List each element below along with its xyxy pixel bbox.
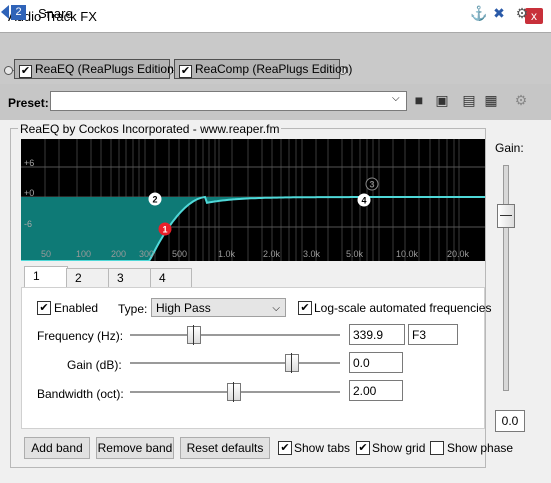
db-label: +6 [24,158,34,168]
save-as-preset-icon[interactable]: ▤ [460,91,478,109]
gear-icon[interactable]: ⚙ [513,4,531,22]
filter-type-dropdown[interactable]: High Pass ⌵ [151,298,286,317]
master-gain-label: Gain: [495,141,524,155]
remove-fx-icon[interactable]: ✖ [490,4,508,22]
chevron-down-icon: ⌵ [392,93,400,104]
remove-band-button[interactable]: Remove band [96,437,174,459]
eq-graph[interactable]: +6 +0 -6 50 100 200 300 500 1.0k 2.0k 3.0k 5.0k 10.… [21,139,485,261]
band-marker-1: 1 [158,222,172,236]
show-tabs-checkbox[interactable]: ✔ [278,441,292,455]
enabled-label: Enabled [54,301,99,315]
logscale-checkbox[interactable]: ✔ [298,301,312,315]
frequency-note-input[interactable]: F3 [408,324,458,345]
show-tabs-label: Show tabs [294,441,351,455]
band-marker-label: 3 [369,180,374,190]
preset-dropdown[interactable] [50,91,407,111]
frequency-label: Frequency (Hz): [37,329,124,343]
settings-gear-icon[interactable]: ⚙ [512,91,530,109]
band-marker-label: 2 [152,195,157,205]
gain-db-label: Gain (dB): [67,358,122,372]
freq-label: 5.0k [346,249,364,259]
fx-enable-checkbox[interactable]: ✔ [179,65,192,78]
freq-label: 300 [139,249,154,259]
show-phase-checkbox[interactable] [430,441,444,455]
gain-db-input[interactable]: 0.0 [349,352,403,373]
master-gain-slider-track[interactable] [503,165,509,391]
master-gain-input[interactable]: 0.0 [495,410,525,432]
preset-label: Preset: [8,96,49,110]
show-phase-label: Show phase [447,441,514,455]
freq-label: 500 [172,249,187,259]
band-marker-4: 4 [357,193,371,207]
show-grid-checkbox[interactable]: ✔ [356,441,370,455]
show-grid-label: Show grid [372,441,426,455]
chain-start-node [4,66,13,75]
bandwidth-label: Bandwidth (oct): [37,387,124,401]
gain-slider-track[interactable] [130,362,340,365]
add-band-button[interactable]: Add band [24,437,90,459]
track-number: 2 [11,5,26,20]
tab-band-4[interactable]: 4 [150,268,192,287]
enabled-checkbox[interactable]: ✔ [37,301,51,315]
freq-label: 100 [76,249,91,259]
freq-label: 3.0k [303,249,321,259]
collapse-arrow-icon[interactable] [1,5,9,19]
pin-icon[interactable]: ⚓ [470,4,488,22]
plugin-title: ReaEQ by Cockos Incorporated - www.reape… [18,122,282,136]
master-gain-slider-thumb[interactable] [497,204,515,228]
fx-slot-reaeq[interactable]: ✔ ReaEQ (ReaPlugs Edition) [14,59,178,79]
freq-label: 200 [111,249,126,259]
manage-presets-icon[interactable]: ▦ [482,91,500,109]
bandwidth-slider-thumb[interactable] [227,382,241,402]
band-marker-3: 3 [365,177,379,191]
freq-label: 2.0k [263,249,281,259]
chevron-down-icon: ⌵ [272,303,280,314]
frequency-slider-thumb[interactable] [187,325,201,345]
band-marker-label: 1 [162,225,167,235]
filter-type-value: High Pass [156,301,211,315]
freq-label: 10.0k [396,249,419,259]
fx-slot-label: ReaEQ (ReaPlugs Edition) [35,62,178,76]
fx-enable-checkbox[interactable]: ✔ [19,65,32,78]
db-label: +0 [24,188,34,198]
type-label: Type: [118,302,148,316]
frequency-input[interactable]: 339.9 [349,324,405,345]
freq-label: 20.0k [447,249,470,259]
db-label: -6 [24,219,32,229]
track-header [0,32,551,59]
fx-slot-reacomp[interactable]: ✔ ReaComp (ReaPlugs Edition) [174,59,352,79]
fx-slot-label: ReaComp (ReaPlugs Edition) [195,62,353,76]
bandwidth-input[interactable]: 2.00 [349,380,403,401]
tab-band-3[interactable]: 3 [108,268,152,287]
frequency-slider-track[interactable] [130,334,340,337]
logscale-label: Log-scale automated frequencies [314,301,492,315]
reset-defaults-button[interactable]: Reset defaults [180,437,270,459]
freq-label: 50 [41,249,51,259]
gain-slider-thumb[interactable] [285,353,299,373]
tab-band-2[interactable]: 2 [66,268,110,287]
band-marker-label: 4 [361,196,366,206]
freq-label: 1.0k [218,249,236,259]
tab-band-1[interactable]: 1 [24,266,68,287]
band-marker-2: 2 [148,192,162,206]
save-preset-icon[interactable]: ▣ [433,91,451,109]
open-folder-icon[interactable]: ■ [410,91,428,109]
track-name: Snare [38,6,73,21]
